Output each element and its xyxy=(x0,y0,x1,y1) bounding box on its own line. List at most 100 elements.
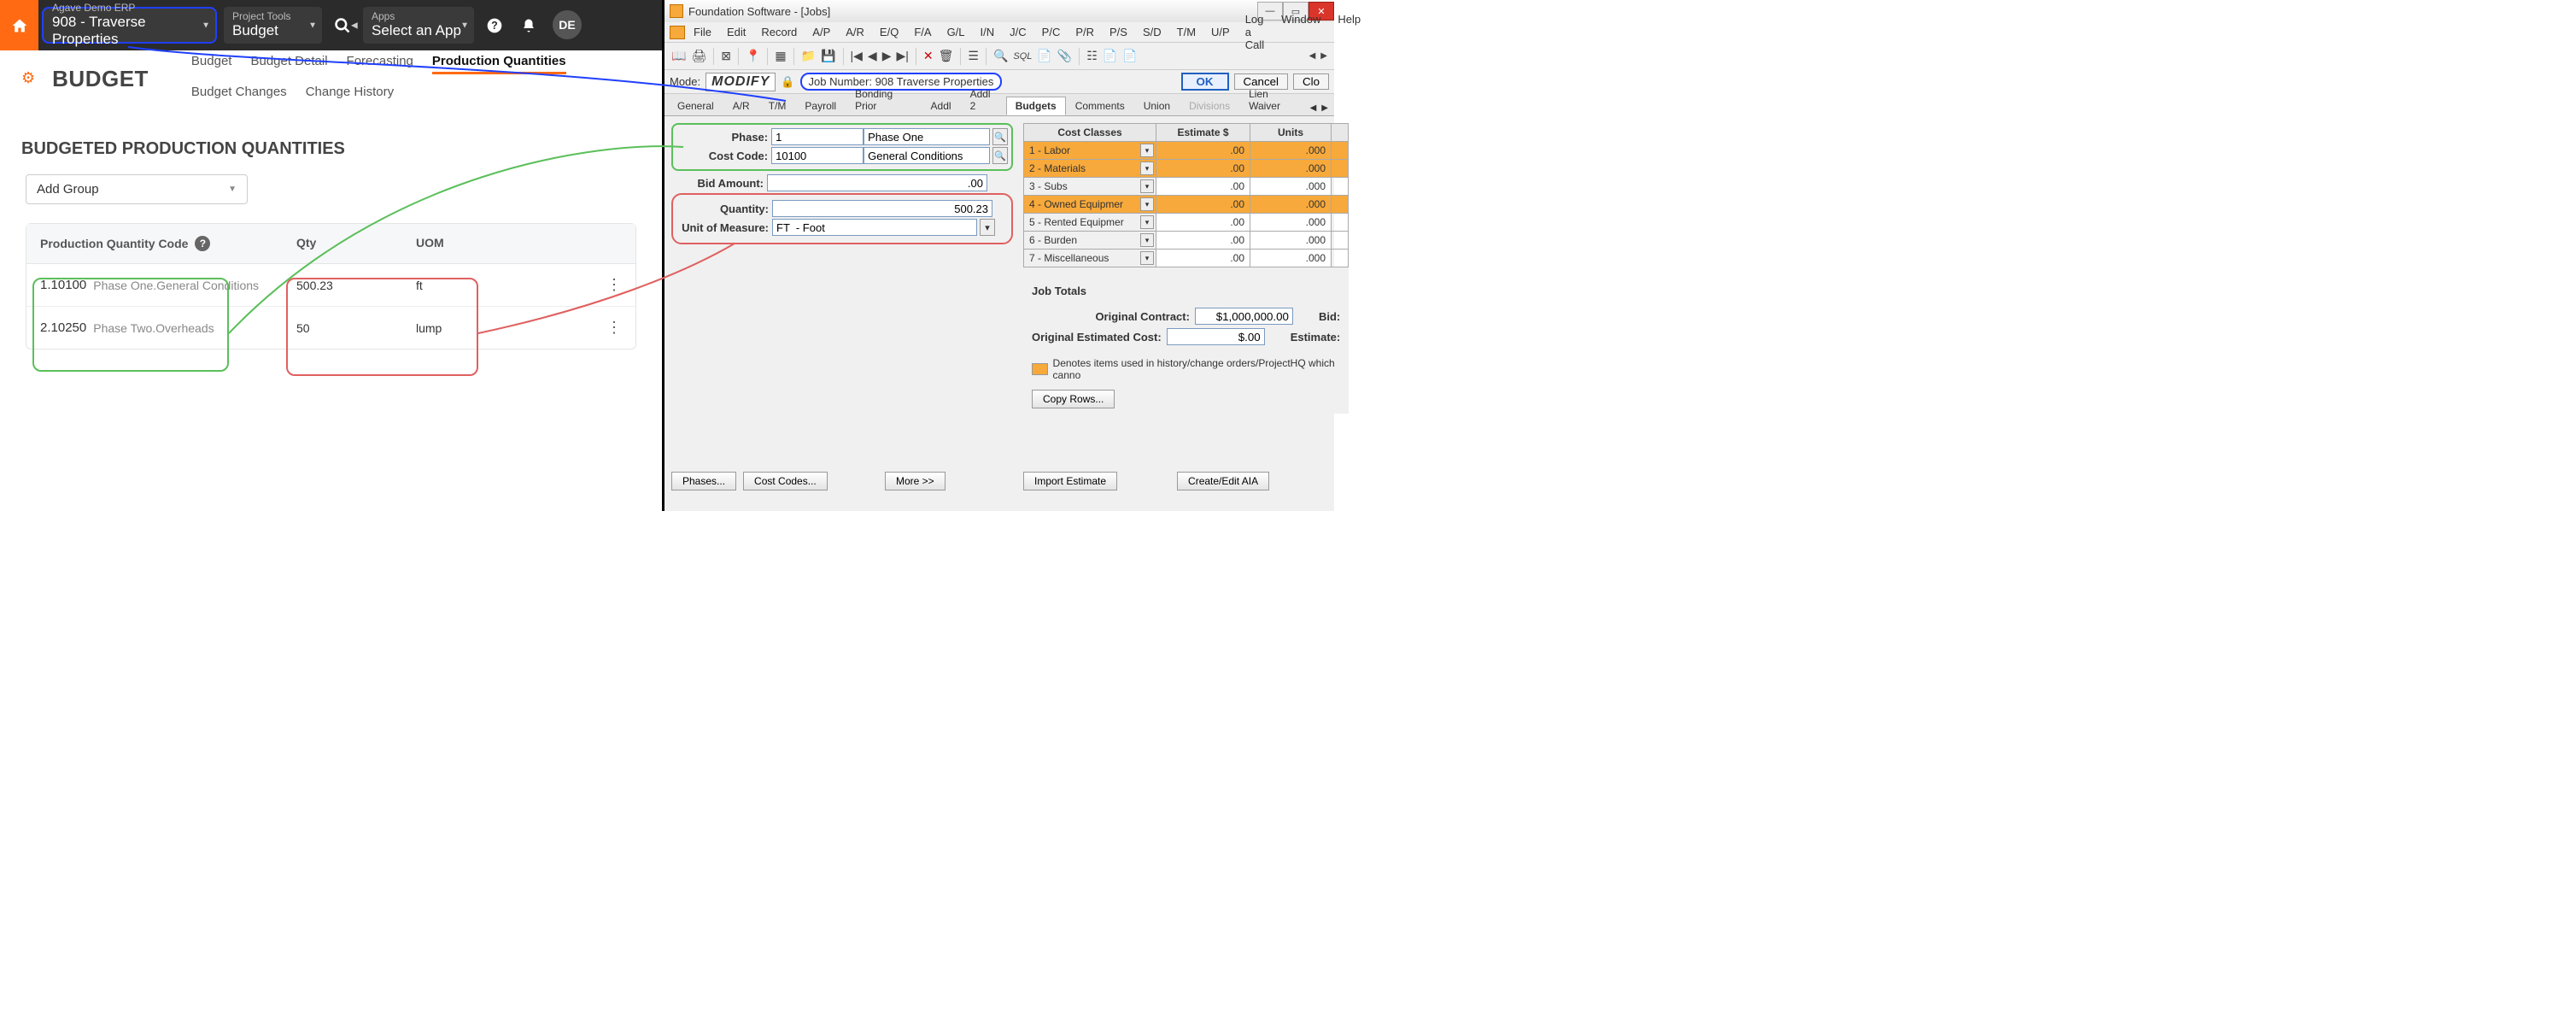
cost-codes-button[interactable]: Cost Codes... xyxy=(743,472,828,490)
kebab-icon[interactable]: ⋮ xyxy=(606,276,622,294)
grid-row[interactable]: 7 - Miscellaneous▾.00.000 xyxy=(1023,250,1349,267)
chevron-left-icon[interactable]: ◀ xyxy=(1309,51,1316,61)
ok-button[interactable]: OK xyxy=(1181,73,1229,91)
dropdown-icon[interactable]: ▾ xyxy=(1140,162,1154,175)
scroll-left-icon[interactable]: ◀ xyxy=(1308,101,1320,115)
project-tools-dropdown[interactable]: Project Tools Budget ▼ xyxy=(224,7,322,44)
kebab-icon[interactable]: ⋮ xyxy=(606,319,622,337)
tab-general[interactable]: General xyxy=(668,97,723,115)
dropdown-icon[interactable]: ▾ xyxy=(980,219,995,236)
menu-help[interactable]: Help xyxy=(1331,11,1367,53)
folder-icon[interactable]: 📁 xyxy=(801,49,816,63)
costcode-input[interactable] xyxy=(771,147,864,164)
bid-amount-input[interactable] xyxy=(767,174,987,191)
trash-icon[interactable]: 🗑 xyxy=(939,49,954,63)
first-icon[interactable]: |◀ xyxy=(851,49,863,63)
add-group-dropdown[interactable]: Add Group ▼ xyxy=(26,174,248,204)
menu-pc[interactable]: P/C xyxy=(1035,24,1068,40)
pin-icon[interactable]: 📍 xyxy=(746,49,760,63)
search-icon[interactable]: 🔍 xyxy=(993,49,1008,63)
tab-addl2[interactable]: Addl 2 xyxy=(961,85,1006,115)
grid-row[interactable]: 5 - Rented Equipmer▾.00.000 xyxy=(1023,214,1349,232)
grid-icon[interactable]: ▦ xyxy=(775,49,786,63)
menu-tm[interactable]: T/M xyxy=(1170,24,1203,40)
tab-production-quantities[interactable]: Production Quantities xyxy=(432,50,566,74)
lookup-icon[interactable]: 🔍 xyxy=(992,128,1008,145)
copy-rows-button[interactable]: Copy Rows... xyxy=(1032,390,1115,408)
tab-lien[interactable]: Lien Waiver xyxy=(1239,85,1308,115)
list-icon[interactable]: ☰ xyxy=(968,49,979,63)
menu-eq[interactable]: E/Q xyxy=(873,24,905,40)
costcode-desc-input[interactable] xyxy=(864,147,990,164)
menu-file[interactable]: File xyxy=(687,24,718,40)
tab-union[interactable]: Union xyxy=(1134,97,1180,115)
file-icon[interactable]: 📄 xyxy=(1037,49,1051,63)
apps-dropdown[interactable]: Apps Select an App ▼ ◀ xyxy=(363,7,474,44)
tab-payroll[interactable]: Payroll xyxy=(795,97,846,115)
last-icon[interactable]: ▶| xyxy=(896,49,908,63)
grid-row[interactable]: 6 - Burden▾.00.000 xyxy=(1023,232,1349,250)
job-selector-dropdown[interactable]: Agave Demo ERP 908 - Traverse Properties… xyxy=(42,7,217,44)
phase-desc-input[interactable] xyxy=(864,128,990,145)
menu-in[interactable]: I/N xyxy=(974,24,1002,40)
printer-icon[interactable]: 🖨 xyxy=(691,49,706,63)
doc1-icon[interactable]: 📄 xyxy=(1103,49,1117,63)
help-icon[interactable]: ? xyxy=(477,0,512,50)
gear-icon[interactable]: ⚙ xyxy=(21,69,35,87)
menu-gl[interactable]: G/L xyxy=(940,24,972,40)
uom-input[interactable] xyxy=(772,219,977,236)
cancel-icon[interactable]: ⊠ xyxy=(721,49,731,63)
menu-window[interactable]: Window xyxy=(1274,11,1327,53)
bell-icon[interactable] xyxy=(512,0,546,50)
menu-ap[interactable]: A/P xyxy=(805,24,837,40)
menu-jc[interactable]: J/C xyxy=(1003,24,1033,40)
grid-row[interactable]: 2 - Materials▾.00.000 xyxy=(1023,160,1349,178)
dropdown-icon[interactable]: ▾ xyxy=(1140,233,1154,247)
attachment-icon[interactable]: 📎 xyxy=(1057,49,1072,63)
menu-fa[interactable]: F/A xyxy=(907,24,938,40)
user-avatar[interactable]: DE xyxy=(553,10,582,39)
tab-bonding[interactable]: Bonding Prior xyxy=(846,85,921,115)
tab-forecasting[interactable]: Forecasting xyxy=(347,50,413,74)
dropdown-icon[interactable]: ▾ xyxy=(1140,197,1154,211)
chevron-right-icon[interactable]: ▶ xyxy=(1320,51,1327,61)
phases-button[interactable]: Phases... xyxy=(671,472,736,490)
tab-budget[interactable]: Budget xyxy=(191,50,232,74)
menu-edit[interactable]: Edit xyxy=(720,24,752,40)
help-icon[interactable]: ? xyxy=(195,236,210,251)
delete-icon[interactable]: ✕ xyxy=(923,49,934,63)
grid-row[interactable]: 3 - Subs▾.00.000 xyxy=(1023,178,1349,196)
dropdown-icon[interactable]: ▾ xyxy=(1140,144,1154,157)
tab-budget-changes[interactable]: Budget Changes xyxy=(191,81,287,103)
book-icon[interactable]: 📖 xyxy=(671,49,686,63)
save-icon[interactable]: 💾 xyxy=(821,49,835,63)
tab-comments[interactable]: Comments xyxy=(1066,97,1134,115)
tab-budgets[interactable]: Budgets xyxy=(1006,97,1066,115)
menu-sd[interactable]: S/D xyxy=(1136,24,1168,40)
tab-budget-detail[interactable]: Budget Detail xyxy=(250,50,327,74)
tab-tm[interactable]: T/M xyxy=(759,97,796,115)
menu-ar[interactable]: A/R xyxy=(839,24,871,40)
dropdown-icon[interactable]: ▾ xyxy=(1140,179,1154,193)
orig-contract-field[interactable] xyxy=(1195,308,1293,325)
tab-change-history[interactable]: Change History xyxy=(306,81,394,103)
lookup-icon[interactable]: 🔍 xyxy=(992,147,1008,164)
menu-up[interactable]: U/P xyxy=(1204,24,1237,40)
tab-ar[interactable]: A/R xyxy=(723,97,759,115)
home-button[interactable] xyxy=(0,0,38,50)
sql-label[interactable]: SQL xyxy=(1013,51,1032,62)
prev-icon[interactable]: ◀ xyxy=(868,49,877,63)
table-row[interactable]: 2.10250 Phase Two.Overheads 50 lump ⋮ xyxy=(26,307,635,349)
menu-record[interactable]: Record xyxy=(754,24,804,40)
menu-ps[interactable]: P/S xyxy=(1103,24,1134,40)
grid-row[interactable]: 4 - Owned Equipmer▾.00.000 xyxy=(1023,196,1349,214)
quantity-input[interactable] xyxy=(772,200,992,217)
dropdown-icon[interactable]: ▾ xyxy=(1140,215,1154,229)
scroll-right-icon[interactable]: ▶ xyxy=(1319,101,1331,115)
dropdown-icon[interactable]: ▾ xyxy=(1140,251,1154,265)
phase-input[interactable] xyxy=(771,128,864,145)
bullet-icon[interactable]: ☷ xyxy=(1086,49,1098,63)
menu-log-call[interactable]: Log a Call xyxy=(1238,11,1271,53)
doc2-icon[interactable]: 📄 xyxy=(1122,49,1137,63)
import-estimate-button[interactable]: Import Estimate xyxy=(1023,472,1117,490)
